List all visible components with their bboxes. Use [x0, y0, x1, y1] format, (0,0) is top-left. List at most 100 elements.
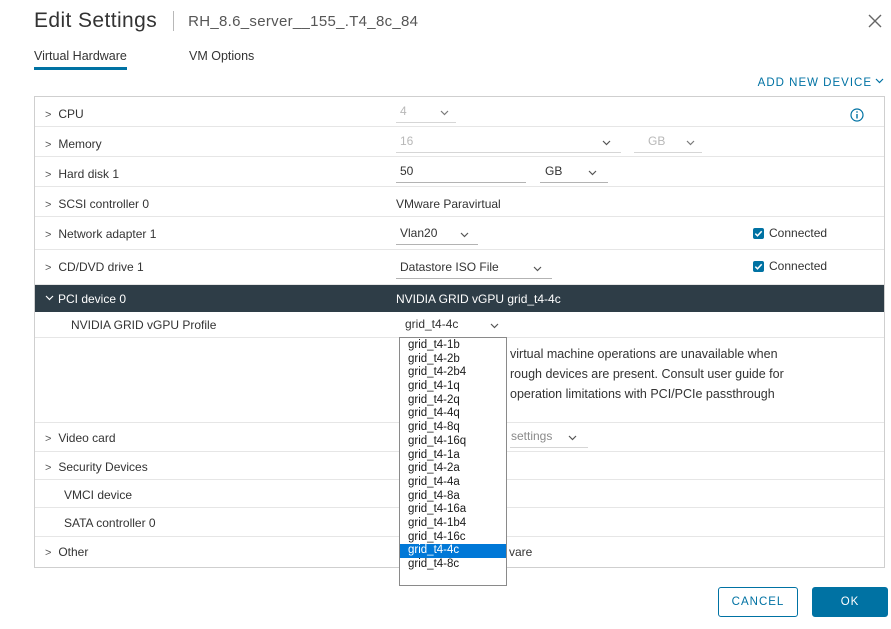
row-pci-device: PCI device 0 NVIDIA GRID vGPU grid_t4-4c [35, 285, 884, 312]
pci-label-wrap[interactable]: PCI device 0 [45, 292, 126, 306]
row-network-adapter: > Network adapter 1 Vlan20 Connected [35, 217, 884, 250]
chevron-right-icon: > [45, 433, 52, 445]
other-label-wrap[interactable]: > Other [45, 545, 88, 559]
ok-button[interactable]: OK [812, 587, 888, 617]
video-card-value: settings [511, 429, 553, 443]
add-new-device-button[interactable]: ADD NEW DEVICE [758, 77, 884, 89]
hard-disk-unit-select[interactable]: GB [540, 161, 608, 183]
chevron-right-icon: > [45, 139, 52, 151]
memory-input[interactable]: 16 [396, 131, 621, 153]
vgpu-profile-option[interactable]: grid_t4-2b [400, 353, 506, 367]
hard-disk-size-input[interactable]: 50 [396, 161, 526, 183]
chevron-right-icon: > [45, 229, 52, 241]
note-line-3: operation limitations with PCI/PCIe pass… [510, 387, 775, 401]
cpu-select[interactable]: 4 [396, 101, 456, 123]
chevron-right-icon: > [45, 169, 52, 181]
cpu-label: CPU [58, 107, 84, 121]
scsi-label: SCSI controller 0 [58, 197, 150, 211]
hard-disk-unit: GB [545, 164, 563, 178]
vgpu-profile-option[interactable]: grid_t4-1b [400, 339, 506, 353]
close-icon[interactable] [866, 12, 884, 30]
dialog-title: Edit Settings [34, 9, 158, 32]
note-line-2: rough devices are present. Consult user … [510, 367, 784, 381]
other-label: Other [58, 545, 89, 559]
network-label: Network adapter 1 [58, 227, 157, 241]
chevron-down-icon [588, 170, 597, 176]
chevron-right-icon: > [45, 462, 52, 474]
cdrom-label-wrap[interactable]: > CD/DVD drive 1 [45, 260, 144, 274]
note-line-1: virtual machine operations are unavailab… [510, 347, 778, 361]
chevron-right-icon: > [45, 262, 52, 274]
cdrom-select[interactable]: Datastore ISO File [396, 257, 552, 279]
network-connected-checkbox[interactable]: Connected [753, 226, 827, 240]
hard-disk-label: Hard disk 1 [58, 167, 120, 181]
network-value: Vlan20 [400, 226, 438, 240]
memory-unit-select[interactable]: GB [634, 131, 702, 153]
vmci-label: VMCI device [64, 488, 133, 502]
title-divider [173, 11, 175, 31]
vgpu-profile-option[interactable]: grid_t4-16c [400, 531, 506, 545]
sata-label: SATA controller 0 [64, 516, 156, 530]
chevron-down-icon [45, 295, 54, 301]
cdrom-label: CD/DVD drive 1 [58, 260, 144, 274]
vgpu-profile-option[interactable]: grid_t4-1q [400, 380, 506, 394]
dialog-title-bar: Edit Settings RH_8.6_server__155_.T4_8c_… [34, 8, 418, 34]
cpu-label-wrap[interactable]: > CPU [45, 107, 84, 121]
vgpu-profile-label: NVIDIA GRID vGPU Profile [71, 318, 217, 332]
chevron-down-icon [490, 323, 499, 329]
network-connected-label: Connected [769, 226, 828, 240]
checkbox-checked-icon [753, 227, 764, 239]
memory-unit: GB [648, 134, 666, 148]
network-label-wrap[interactable]: > Network adapter 1 [45, 227, 156, 241]
cdrom-value: Datastore ISO File [400, 260, 499, 274]
vgpu-profile-select[interactable]: grid_t4-4c [400, 314, 508, 336]
row-memory: > Memory 16 GB [35, 127, 884, 157]
vgpu-profile-option[interactable]: grid_t4-2b4 [400, 366, 506, 380]
network-select[interactable]: Vlan20 [396, 223, 478, 245]
row-cpu: > CPU 4 [35, 97, 884, 127]
vgpu-profile-option[interactable]: grid_t4-1b4 [400, 517, 506, 531]
video-card-label-wrap[interactable]: > Video card [45, 431, 116, 445]
vgpu-profile-option[interactable]: grid_t4-8a [400, 490, 506, 504]
row-scsi-controller: > SCSI controller 0 VMware Paravirtual [35, 187, 884, 217]
chevron-right-icon: > [45, 547, 52, 559]
vm-name: RH_8.6_server__155_.T4_8c_84 [188, 12, 419, 30]
add-new-device-label: ADD NEW DEVICE [757, 77, 872, 89]
scsi-value: VMware Paravirtual [396, 197, 501, 211]
memory-value: 16 [400, 134, 414, 148]
video-card-settings-select[interactable]: settings [510, 426, 588, 448]
vgpu-profile-option[interactable]: grid_t4-4a [400, 476, 506, 490]
cdrom-connected-label: Connected [769, 259, 828, 273]
info-icon[interactable] [850, 108, 864, 122]
memory-label-wrap[interactable]: > Memory [45, 137, 102, 151]
video-card-label: Video card [58, 431, 116, 445]
tab-virtual-hardware[interactable]: Virtual Hardware [34, 46, 127, 70]
chevron-right-icon: > [45, 199, 52, 211]
vgpu-profile-option[interactable]: grid_t4-4c [400, 544, 506, 558]
vgpu-profile-option[interactable]: grid_t4-2a [400, 462, 506, 476]
scsi-label-wrap[interactable]: > SCSI controller 0 [45, 197, 149, 211]
vgpu-profile-option[interactable]: grid_t4-16a [400, 503, 506, 517]
security-label-wrap[interactable]: > Security Devices [45, 460, 148, 474]
vgpu-profile-option[interactable]: grid_t4-8q [400, 421, 506, 435]
memory-label: Memory [58, 137, 102, 151]
cdrom-connected-checkbox[interactable]: Connected [753, 259, 827, 273]
chevron-down-icon [568, 435, 577, 441]
vgpu-profile-option[interactable]: grid_t4-4q [400, 407, 506, 421]
row-hard-disk: > Hard disk 1 50 GB [35, 157, 884, 187]
hard-disk-label-wrap[interactable]: > Hard disk 1 [45, 167, 119, 181]
security-label: Security Devices [58, 460, 148, 474]
chevron-down-icon [460, 232, 469, 238]
other-value: vare [509, 545, 533, 559]
vgpu-profile-option[interactable]: grid_t4-8c [400, 558, 506, 572]
pci-label: PCI device 0 [58, 292, 127, 306]
row-vgpu-profile: NVIDIA GRID vGPU Profile grid_t4-4c [35, 312, 884, 338]
vgpu-profile-option[interactable]: grid_t4-2q [400, 394, 506, 408]
cancel-button[interactable]: CANCEL [718, 587, 798, 617]
vgpu-profile-option[interactable]: grid_t4-16q [400, 435, 506, 449]
tab-vm-options[interactable]: VM Options [189, 46, 254, 70]
vgpu-profile-option[interactable]: grid_t4-1a [400, 449, 506, 463]
chevron-down-icon [533, 266, 542, 272]
chevron-down-icon [440, 110, 449, 116]
pci-value: NVIDIA GRID vGPU grid_t4-4c [396, 292, 561, 306]
